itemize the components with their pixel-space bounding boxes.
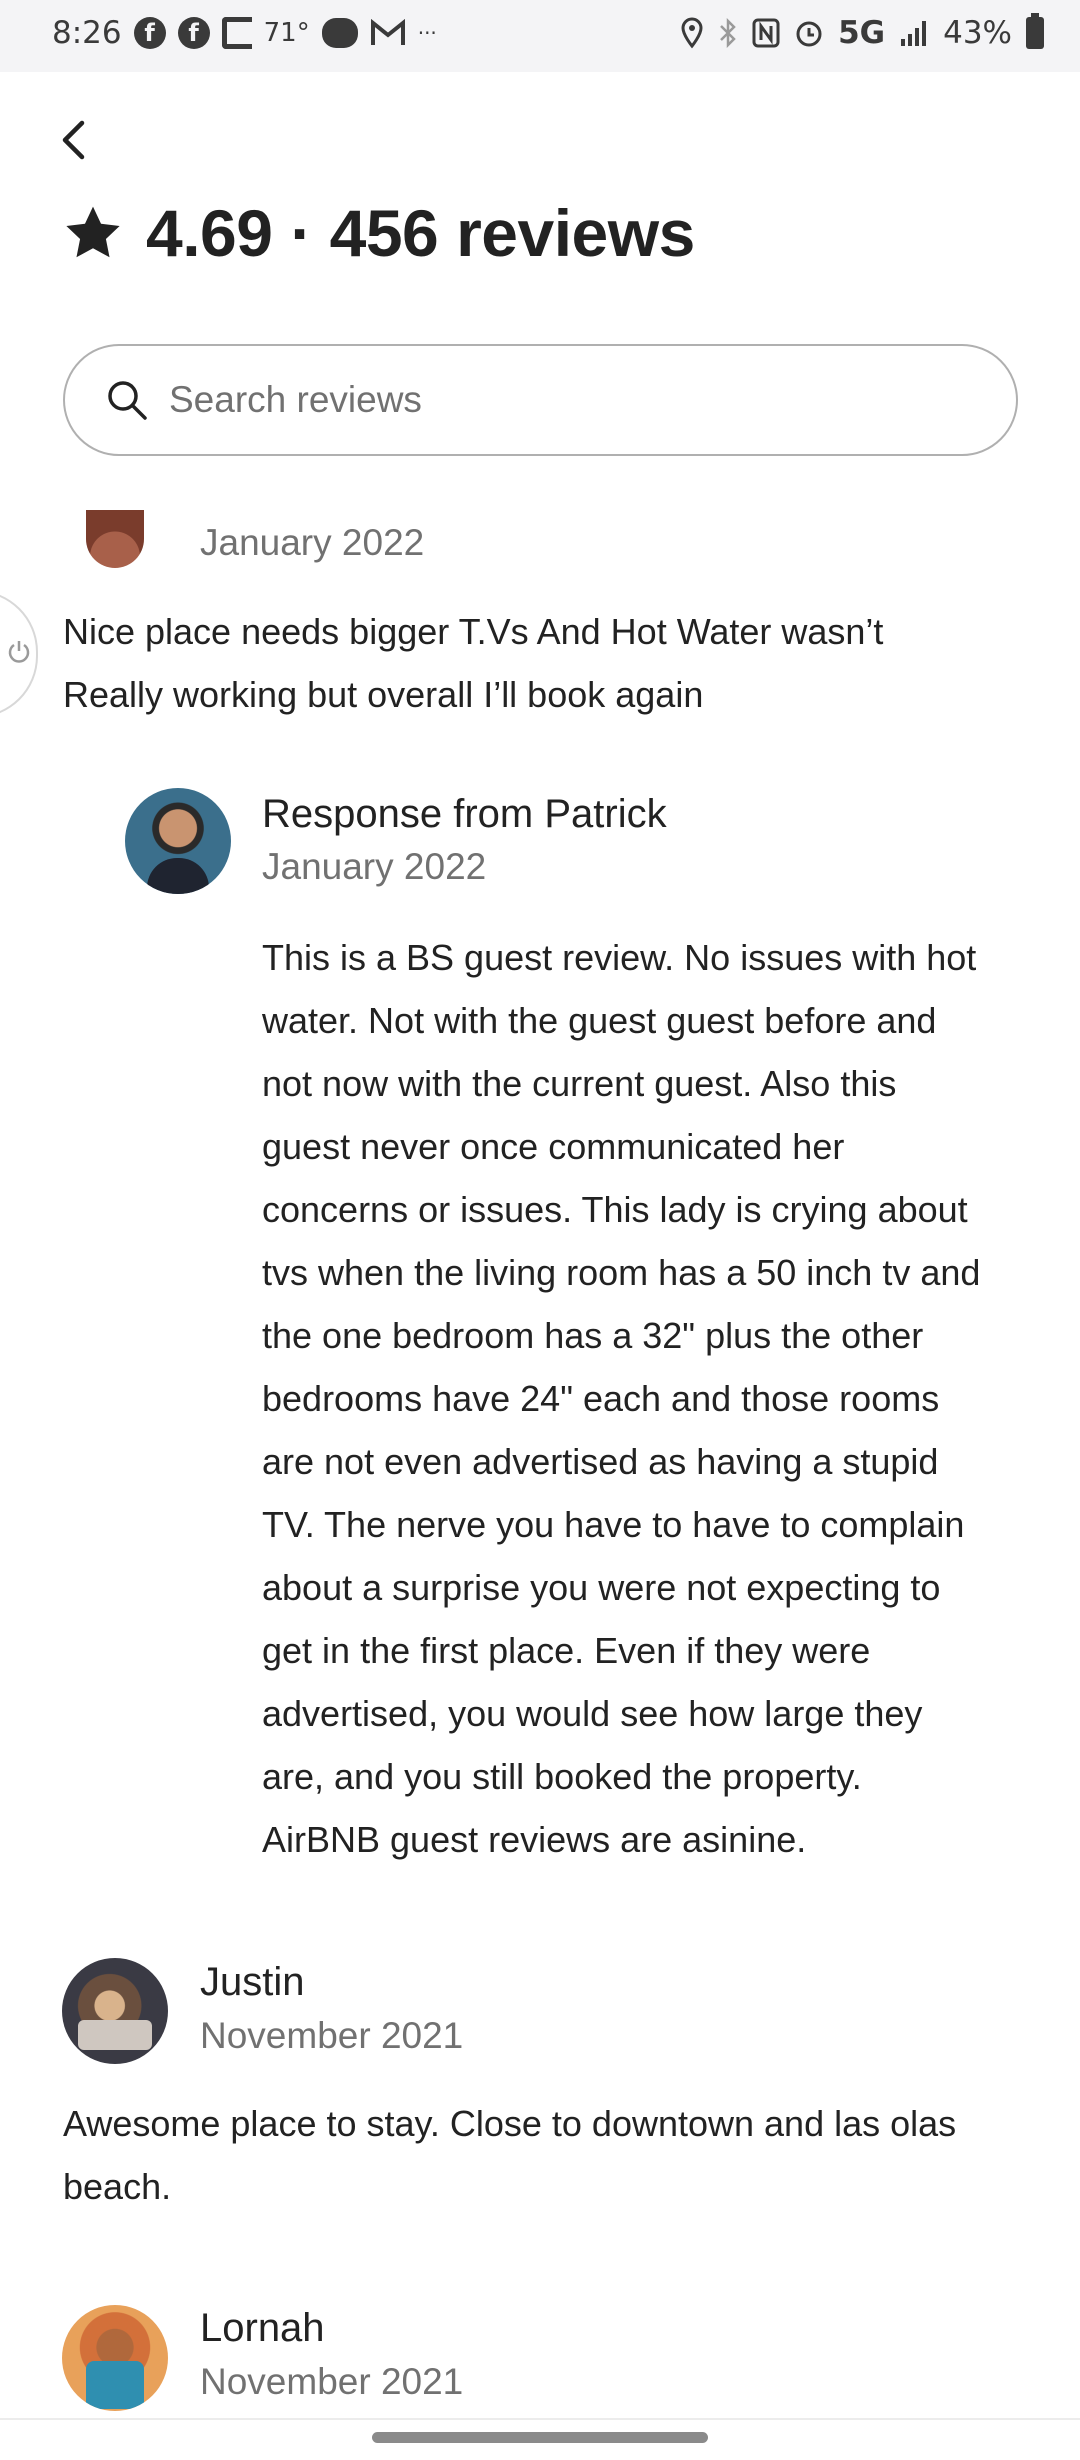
status-time: 8:26 [52,15,122,51]
response-line: tvs when the living room has a 50 inch t… [262,1252,981,1293]
rating-summary: 4.69 · 456 reviews [62,195,695,271]
signal-icon [899,19,929,47]
review-text: Awesome place to stay. Close to downtown… [63,2092,956,2218]
avatar[interactable] [62,2305,168,2411]
avatar[interactable] [86,510,144,568]
response-line: about a surprise you were not expecting … [262,1567,941,1608]
response-title: Response from Patrick [262,792,667,836]
search-input[interactable] [167,378,871,422]
facebook-icon: f [133,17,166,49]
home-indicator[interactable] [372,2432,708,2443]
review-count: 456 reviews [329,196,696,270]
response-line: bedrooms have 24" each and those rooms [262,1378,940,1419]
response-line: This is a BS guest review. No issues wit… [262,937,977,978]
star-icon [66,206,120,258]
search-icon [108,381,147,420]
bluetooth-icon [718,18,738,48]
reviewer-name: Justin [200,1960,305,2004]
power-icon [8,641,30,663]
location-icon [680,17,704,49]
bottom-divider [0,2418,1080,2420]
chevron-left-icon [62,120,85,160]
more-notifications: ··· [417,21,437,45]
response-line: concerns or issues. This lady is crying … [262,1189,968,1230]
response-line: get in the first place. Even if they wer… [262,1630,871,1671]
response-line: are not even advertised as having a stup… [262,1441,939,1482]
alarm-icon [794,18,824,48]
edge-panel-handle[interactable] [0,590,38,718]
review-line: beach. [63,2166,172,2207]
response-line: not now with the current guest. Also thi… [262,1063,897,1104]
review-line: Nice place needs bigger T.Vs And Hot Wat… [63,611,884,652]
title-separator: · [290,196,312,270]
battery-percent: 43% [943,15,1012,51]
reviewer-name: Lornah [200,2306,325,2350]
response-line: are, and you still booked the property. [262,1756,862,1797]
search-box[interactable] [63,344,1018,456]
review-line: Really working but overall I’ll book aga… [63,674,704,715]
review-line: Awesome place to stay. Close to downtown… [63,2103,957,2144]
gmail-icon [370,19,406,47]
facebook-icon: f [177,17,210,49]
temperature: 71° [263,18,310,48]
nfc-icon [752,18,780,48]
response-date: January 2022 [262,846,487,887]
back-button[interactable] [60,110,100,170]
response-line: AirBNB guest reviews are asinine. [262,1819,807,1860]
review-date: November 2021 [200,2015,464,2056]
rating-value: 4.69 [146,196,273,270]
status-bar: 8:26 f f 71° ··· 5G 43% [0,0,1080,72]
weather-icon [321,18,358,48]
avatar[interactable] [62,1958,168,2064]
response-line: TV. The nerve you have to have to compla… [262,1504,965,1545]
battery-icon [1026,13,1044,49]
host-avatar[interactable] [125,788,231,894]
c-icon [221,17,252,49]
response-line: the one bedroom has a 32" plus the other [262,1315,924,1356]
response-line: water. Not with the guest guest before a… [262,1000,937,1041]
review-date: January 2022 [200,522,425,563]
response-text: This is a BS guest review. No issues wit… [262,926,980,1871]
network-type: 5G [838,15,886,51]
response-line: guest never once communicated her [262,1126,845,1167]
review-text: Nice place needs bigger T.Vs And Hot Wat… [63,600,883,726]
response-line: advertised, you would see how large they [262,1693,923,1734]
review-date: November 2021 [200,2361,464,2402]
